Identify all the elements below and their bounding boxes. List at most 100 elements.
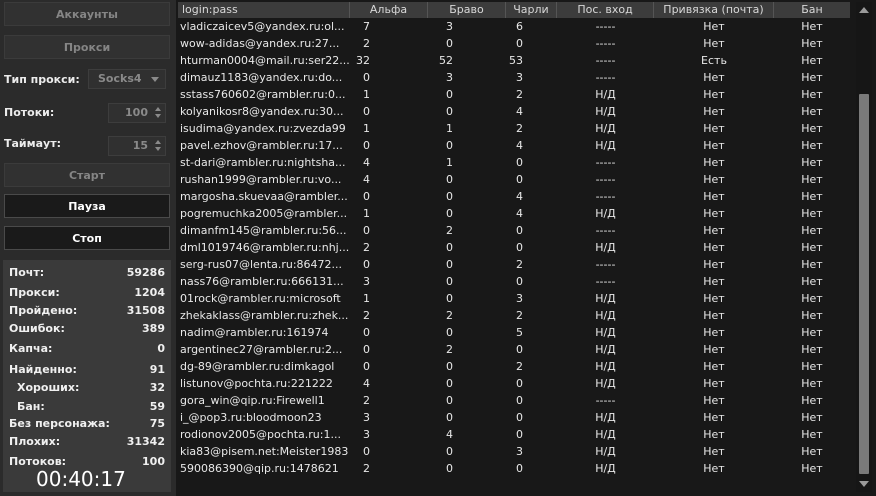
table-row[interactable]: margosha.skuevaa@rambler... 0 0 4 ----- Нет Не… — [178, 188, 850, 205]
table-row[interactable]: dml1019746@rambler.ru:nhj... 2 0 0 Н/Д Нет Нет — [178, 239, 850, 256]
cell-last-login: Н/Д — [595, 411, 616, 424]
cell-last-login: Н/Д — [595, 105, 616, 118]
cell-login: 01rock@rambler.ru:microsoft — [180, 292, 341, 305]
cell-ban: Нет — [801, 71, 823, 84]
cell-charlie: 0 — [516, 411, 523, 424]
col-bravo[interactable]: Браво — [428, 2, 506, 18]
cell-charlie: 3 — [516, 71, 523, 84]
spin-down-icon[interactable] — [155, 147, 161, 151]
cell-charlie: 2 — [516, 122, 523, 135]
threads-label: Потоки: — [4, 106, 55, 119]
scroll-down-arrow-icon[interactable] — [859, 481, 869, 487]
table-row[interactable]: i_@pop3.ru:bloodmoon23 3 0 0 Н/Д Нет Нет — [178, 409, 850, 426]
cell-ban: Нет — [801, 258, 823, 271]
cell-binding: Нет — [703, 139, 725, 152]
table-row[interactable]: dg-89@rambler.ru:dimkagol 0 0 2 Н/Д Нет Нет — [178, 358, 850, 375]
table-row[interactable]: zhekaklass@rambler.ru:zhek... 2 2 2 Н/Д Нет Не… — [178, 307, 850, 324]
cell-last-login: Н/Д — [595, 309, 616, 322]
spin-up-icon[interactable] — [155, 140, 161, 144]
col-charlie[interactable]: Чарли — [506, 2, 557, 18]
cell-alpha: 2 — [363, 462, 370, 475]
cell-charlie: 4 — [516, 105, 523, 118]
cell-alpha: 4 — [363, 377, 370, 390]
table-row[interactable]: gora_win@qip.ru:Firewell1 2 0 0 ----- Нет Нет — [178, 392, 850, 409]
threads-value: 100 — [125, 106, 148, 119]
table-row[interactable]: hturman0004@mail.ru:ser22... 32 52 53 ----- Е… — [178, 52, 850, 69]
elapsed-timer: 00:40:17 — [36, 467, 126, 491]
table-row[interactable]: nadim@rambler.ru:161974 0 0 5 Н/Д Нет Нет — [178, 324, 850, 341]
timeout-label: Таймаут: — [4, 137, 61, 150]
threads-spinbox[interactable]: 100 — [108, 103, 166, 123]
table-row[interactable]: 01rock@rambler.ru:microsoft 1 0 3 Н/Д Нет Нет — [178, 290, 850, 307]
stat-bad: Плохих: 31342 — [9, 435, 165, 448]
table-row[interactable]: st-dari@rambler.ru:nightsha... 4 1 0 ----- Не… — [178, 154, 850, 171]
table-row[interactable]: nass76@rambler.ru:666131... 3 0 0 ----- Нет Не… — [178, 273, 850, 290]
col-alpha[interactable]: Альфа — [350, 2, 428, 18]
cell-last-login: ----- — [595, 37, 616, 50]
col-last-login[interactable]: Пос. вход — [557, 2, 654, 18]
accounts-button[interactable]: Аккаунты — [4, 2, 170, 26]
table-row[interactable]: serg-rus07@lenta.ru:86472... 0 0 2 ----- Нет Н… — [178, 256, 850, 273]
vertical-scrollbar[interactable] — [856, 2, 872, 492]
cell-bravo: 0 — [446, 462, 453, 475]
cell-binding: Нет — [703, 445, 725, 458]
cell-bravo: 0 — [446, 275, 453, 288]
table-row[interactable]: 590086390@qip.ru:1478621 2 0 0 Н/Д Нет Нет — [178, 460, 850, 477]
table-row[interactable]: sstass760602@rambler.ru:0... 1 0 2 Н/Д Нет Нет — [178, 86, 850, 103]
table-row[interactable]: rushan1999@rambler.ru:vo... 4 0 0 ----- Нет Не… — [178, 171, 850, 188]
cell-charlie: 0 — [516, 275, 523, 288]
cell-bravo: 0 — [446, 292, 453, 305]
col-ban[interactable]: Бан — [774, 2, 850, 18]
cell-binding: Нет — [703, 377, 725, 390]
table-row[interactable]: vladiczaicev5@yandex.ru:ol... 7 3 6 ----- Нет… — [178, 18, 850, 35]
col-email-binding[interactable]: Привязка (почта) — [654, 2, 774, 18]
cell-binding: Нет — [703, 173, 725, 186]
proxy-type-select[interactable]: Socks4 — [88, 69, 166, 89]
cell-bravo: 0 — [446, 326, 453, 339]
cell-binding: Нет — [703, 309, 725, 322]
table-row[interactable]: argentinec27@rambler.ru:2... 0 2 0 Н/Д Нет Нет — [178, 341, 850, 358]
cell-ban: Нет — [801, 190, 823, 203]
spin-up-icon[interactable] — [155, 107, 161, 111]
proxy-button[interactable]: Прокси — [4, 35, 170, 59]
cell-login: kia83@pisem.net:Meister1983 — [180, 445, 349, 458]
table-row[interactable]: pogremuchka2005@rambler... 1 0 4 Н/Д Нет Нет — [178, 205, 850, 222]
stat-passed: Пройдено: 31508 — [9, 304, 165, 317]
spin-down-icon[interactable] — [155, 114, 161, 118]
cell-login: vladiczaicev5@yandex.ru:ol... — [180, 20, 345, 33]
cell-binding: Нет — [703, 275, 725, 288]
stat-errors: Ошибок: 389 — [9, 322, 165, 335]
cell-binding: Нет — [703, 105, 725, 118]
table-row[interactable]: isudima@yandex.ru:zvezda99 1 1 2 Н/Д Нет Нет — [178, 120, 850, 137]
timeout-spinbox[interactable]: 15 — [108, 136, 166, 156]
table-row[interactable]: kia83@pisem.net:Meister1983 0 0 3 Н/Д Нет Нет — [178, 443, 850, 460]
col-login-pass[interactable]: login:pass — [178, 2, 350, 18]
cell-last-login: Н/Д — [595, 343, 616, 356]
cell-login: 590086390@qip.ru:1478621 — [180, 462, 339, 475]
table-row[interactable]: listunov@pochta.ru:221222 4 0 0 Н/Д Нет Нет — [178, 375, 850, 392]
stat-no-character: Без персонажа: 75 — [9, 417, 165, 430]
cell-binding: Нет — [703, 88, 725, 101]
cell-last-login: ----- — [595, 275, 616, 288]
cell-binding: Нет — [703, 394, 725, 407]
cell-binding: Нет — [703, 343, 725, 356]
stop-button[interactable]: Стоп — [4, 226, 170, 250]
table-row[interactable]: dimanfm145@rambler.ru:56... 0 2 0 ----- Нет Не… — [178, 222, 850, 239]
cell-bravo: 0 — [446, 360, 453, 373]
cell-login: st-dari@rambler.ru:nightsha... — [180, 156, 346, 169]
accounts-table: login:pass Альфа Браво Чарли Пос. вход П… — [176, 0, 876, 496]
table-row[interactable]: kolyanikosr8@yandex.ru:30... 0 0 4 Н/Д Нет Нет — [178, 103, 850, 120]
scroll-thumb[interactable] — [859, 94, 869, 474]
table-row[interactable]: pavel.ezhov@rambler.ru:17... 0 0 4 Н/Д Нет Нет — [178, 137, 850, 154]
pause-button[interactable]: Пауза — [4, 194, 170, 218]
cell-charlie: 2 — [516, 88, 523, 101]
cell-login: argentinec27@rambler.ru:2... — [180, 343, 343, 356]
table-row[interactable]: wow-adidas@yandex.ru:27... 2 0 0 ----- Нет Нет — [178, 35, 850, 52]
cell-binding: Нет — [703, 122, 725, 135]
table-row[interactable]: rodionov2005@pochta.ru:1... 3 4 0 Н/Д Нет Нет — [178, 426, 850, 443]
proxy-type-value: Socks4 — [98, 72, 142, 85]
start-button[interactable]: Старт — [4, 163, 170, 187]
scroll-up-arrow-icon[interactable] — [859, 7, 869, 13]
cell-binding: Нет — [703, 190, 725, 203]
table-row[interactable]: dimauz1183@yandex.ru:do... 0 3 3 ----- Нет Нет — [178, 69, 850, 86]
